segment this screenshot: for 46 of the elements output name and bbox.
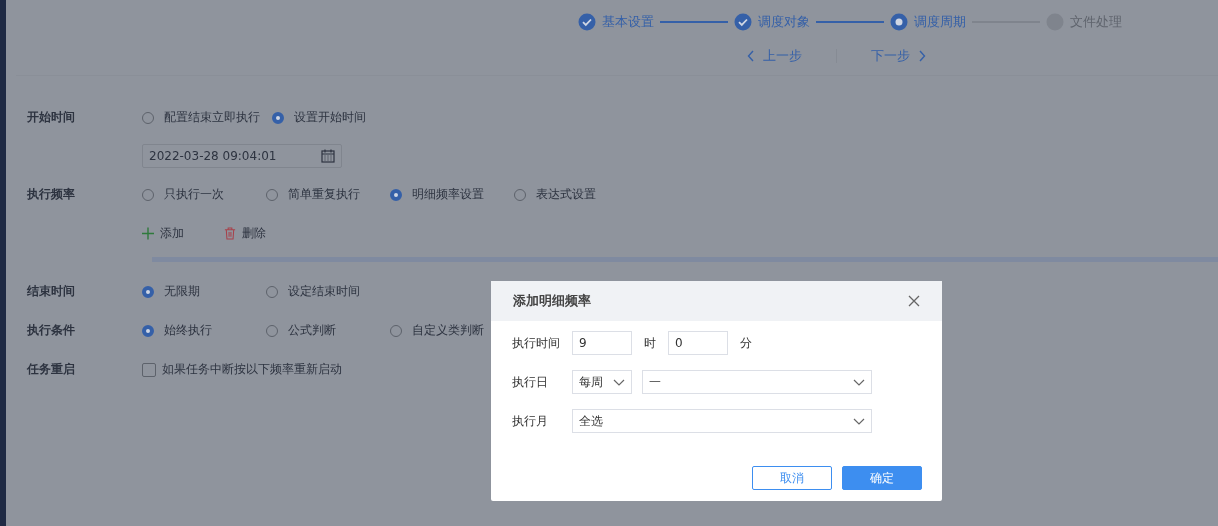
month-select[interactable]: 全选 xyxy=(572,409,872,433)
ok-button[interactable]: 确定 xyxy=(842,466,922,490)
radio-option[interactable]: 表达式设置 xyxy=(514,186,626,203)
delete-button[interactable]: 删除 xyxy=(224,224,266,242)
restart-checkbox[interactable]: 如果任务中断按以下频率重新启动 xyxy=(142,361,342,378)
cancel-button[interactable]: 取消 xyxy=(752,466,832,490)
dialog-title: 添加明细频率 xyxy=(513,292,591,310)
chevron-right-icon xyxy=(918,50,926,62)
close-button[interactable] xyxy=(908,295,920,307)
step-label: 调度对象 xyxy=(758,13,810,31)
radio-option[interactable]: 无限期 xyxy=(142,283,254,300)
radio-option[interactable]: 明细频率设置 xyxy=(390,186,502,203)
calendar-icon xyxy=(321,149,335,163)
field-label: 任务重启 xyxy=(27,361,76,378)
trash-icon xyxy=(224,226,236,240)
add-button[interactable]: 添加 xyxy=(142,224,184,242)
unit-label: 时 xyxy=(644,334,656,352)
radio-option[interactable]: 只执行一次 xyxy=(142,186,254,203)
date-field[interactable]: 2022-03-28 09:04:01 xyxy=(142,144,342,168)
field-label: 执行月 xyxy=(512,412,549,430)
field-label: 执行频率 xyxy=(27,186,76,203)
hour-input[interactable]: 9 xyxy=(572,331,632,355)
weekday-select[interactable]: 一 xyxy=(642,370,872,394)
field-label: 执行日 xyxy=(512,373,549,391)
field-label: 结束时间 xyxy=(27,283,76,300)
chevron-left-icon xyxy=(747,50,755,62)
radio-option[interactable]: 设置开始时间 xyxy=(272,109,384,126)
unit-label: 分 xyxy=(740,334,752,352)
close-icon xyxy=(908,295,920,307)
plus-icon xyxy=(142,226,154,240)
step-label: 调度周期 xyxy=(914,13,966,31)
radio-option[interactable]: 公式判断 xyxy=(266,322,378,339)
radio-option[interactable]: 配置结束立即执行 xyxy=(142,109,260,126)
minute-input[interactable]: 0 xyxy=(668,331,728,355)
period-select[interactable]: 每周 xyxy=(572,370,632,394)
radio-option[interactable]: 设定结束时间 xyxy=(266,283,378,300)
chevron-down-icon xyxy=(613,378,625,386)
chevron-down-icon xyxy=(853,378,865,386)
radio-option[interactable]: 自定义类判断 xyxy=(390,322,502,339)
field-label: 开始时间 xyxy=(27,109,76,126)
radio-option[interactable]: 简单重复执行 xyxy=(266,186,378,203)
radio-option[interactable]: 始终执行 xyxy=(142,322,254,339)
field-label: 执行时间 xyxy=(512,334,561,352)
field-label: 执行条件 xyxy=(27,322,76,339)
chevron-down-icon xyxy=(853,417,865,425)
step-label: 基本设置 xyxy=(602,13,654,31)
